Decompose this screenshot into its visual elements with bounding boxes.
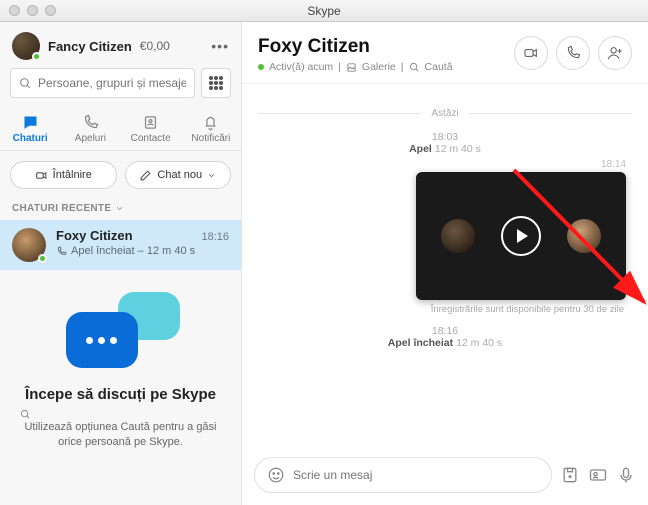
video-call-button[interactable] [514,36,548,70]
message-time: 18:14 [258,159,626,170]
chat-icon [22,114,39,131]
message-composer [242,449,648,505]
tab-calls[interactable]: Apeluri [60,108,120,150]
self-balance[interactable]: €0,00 [140,39,170,53]
add-participant-button[interactable] [598,36,632,70]
more-menu-button[interactable]: ••• [211,38,229,54]
call-recording-thumbnail[interactable] [416,172,626,300]
recent-chats-header[interactable]: CHATURI RECENTE [0,199,241,220]
search-icon [20,409,31,420]
emoji-icon[interactable] [267,466,285,484]
tab-contacts[interactable]: Contacte [121,108,181,150]
titlebar: Skype [0,0,648,22]
empty-state: Începe să discuți pe Skype Utilizează op… [0,270,241,465]
phone-icon [565,45,581,61]
gallery-link[interactable]: Galerie [362,61,396,73]
chat-list-item[interactable]: Foxy Citizen 18:16 Apel încheiat – 12 m … [0,220,241,270]
audio-call-button[interactable] [556,36,590,70]
day-separator: Astăzi [258,108,632,119]
compose-icon [139,169,152,182]
participant-avatar [441,219,475,253]
video-icon [523,45,539,61]
presence-dot [32,52,41,61]
voice-message-icon[interactable] [616,465,636,485]
new-chat-button[interactable]: Chat nou [125,161,232,189]
contact-name: Foxy Citizen [56,228,133,243]
tab-notifications[interactable]: Notificări [181,108,241,150]
conversation-title[interactable]: Foxy Citizen [258,36,514,58]
phone-icon [82,114,99,131]
chat-bubbles-illustration [56,288,186,378]
tab-chats[interactable]: Chaturi [0,108,60,150]
presence-dot [258,64,264,70]
sidebar: Fancy Citizen €0,00 ••• Chaturi Apeluri [0,22,242,505]
empty-body: Utilizează opțiunea Caută pentru a găsi … [20,409,221,451]
presence-dot [38,254,47,263]
search-in-chat-link[interactable]: Caută [425,61,453,73]
contact-card-icon[interactable] [588,465,608,485]
main-pane: Foxy Citizen Activ(ă) acum | Galerie | C… [242,22,648,505]
empty-heading: Începe să discuți pe Skype [20,386,221,403]
gallery-icon [346,62,357,73]
presence-label: Activ(ă) acum [269,61,333,73]
call-event: 18:03 Apel 12 m 40 s [258,131,632,155]
chevron-down-icon [207,171,216,180]
search-icon [19,77,32,90]
call-event: 18:16 Apel încheiat 12 m 40 s [258,325,632,349]
window-title: Skype [0,4,648,18]
call-ended-icon [56,246,67,257]
play-icon [501,216,541,256]
attach-file-icon[interactable] [560,465,580,485]
conversation-body[interactable]: Astăzi 18:03 Apel 12 m 40 s 18:14 Înregi… [242,84,648,449]
recording-caption: Înregistrările sunt disponibile pentru 3… [258,304,624,315]
self-name: Fancy Citizen [48,39,132,54]
video-icon [35,169,48,182]
self-avatar[interactable] [12,32,40,60]
bell-icon [202,114,219,131]
message-input-wrapper[interactable] [254,457,552,493]
participant-avatar [567,219,601,253]
dialpad-icon [209,76,223,90]
chat-time: 18:16 [201,231,229,243]
dialpad-button[interactable] [201,68,231,98]
search-input-wrapper[interactable] [10,68,195,98]
meet-now-button[interactable]: Întâlnire [10,161,117,189]
chevron-down-icon [115,204,124,213]
add-person-icon [607,45,623,61]
contact-avatar [12,228,46,262]
conversation-header: Foxy Citizen Activ(ă) acum | Galerie | C… [242,22,648,84]
message-input[interactable] [293,468,539,482]
search-input[interactable] [38,76,186,90]
chat-preview: Apel încheiat – 12 m 40 s [56,245,229,257]
search-icon [409,62,420,73]
contacts-icon [142,114,159,131]
